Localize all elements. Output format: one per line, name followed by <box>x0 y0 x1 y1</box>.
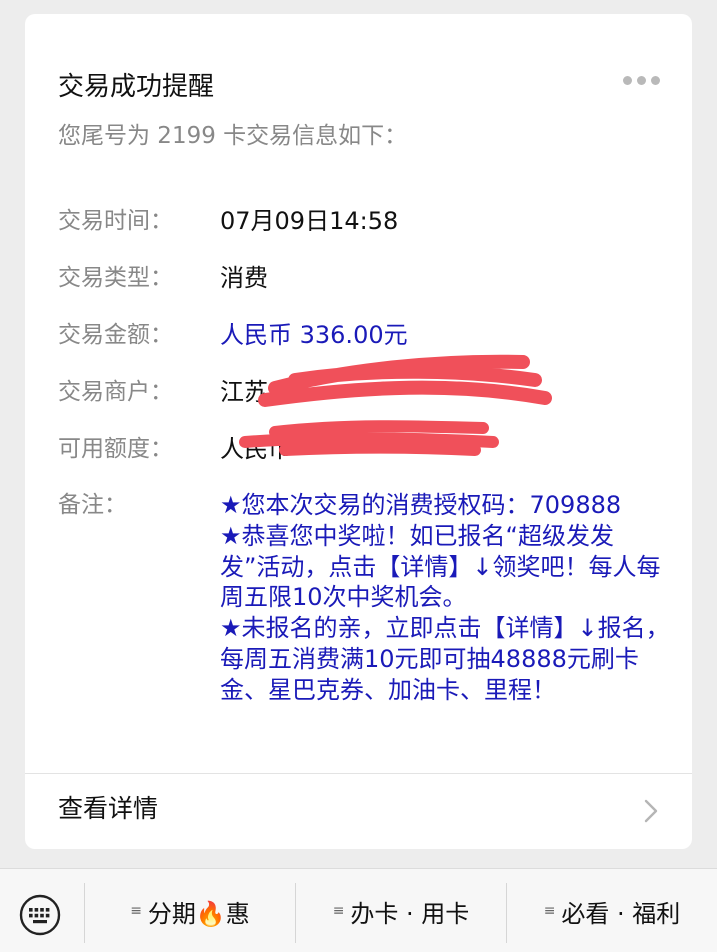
submenu-icon: ≡ <box>543 903 556 919</box>
submenu-icon: ≡ <box>332 903 345 919</box>
transaction-time-value: 07月09日14:58 <box>220 207 399 235</box>
available-credit-value: 人民币 <box>220 435 292 463</box>
available-credit-row: 可用额度： 人民币 <box>58 432 678 466</box>
transaction-time-label: 交易时间： <box>58 208 173 234</box>
merchant-row: 交易商户： 江苏 <box>58 375 678 409</box>
menu-installment-label: 分期🔥惠 <box>147 899 250 928</box>
remark-line-auth-code: ★您本次交易的消费授权码：709888 <box>220 491 622 519</box>
view-details-label: 查看详情 <box>58 794 159 823</box>
chevron-right-icon <box>644 799 658 823</box>
remark-line-signup: ★未报名的亲，立即点击【详情】↓报名，每周五消费满10元即可抽48888元刷卡金… <box>220 614 670 704</box>
transaction-time-row: 交易时间： 07月09日14:58 <box>58 204 678 238</box>
menu-installment[interactable]: ≡ 分期🔥惠 <box>85 869 295 952</box>
transaction-type-label: 交易类型： <box>58 265 173 291</box>
transaction-amount-label: 交易金额： <box>58 322 173 348</box>
transaction-notification-card: 交易成功提醒 您尾号为 2199 卡交易信息如下： 交易时间： 07月09日14… <box>25 14 692 849</box>
remark-line-prize: ★恭喜您中奖啦！如已报名“超级发发发”活动，点击【详情】↓领奖吧！每人每周五限1… <box>220 521 661 612</box>
menu-must-see-benefits-label: 必看 · 福利 <box>561 899 681 928</box>
transaction-amount-value: 人民币 336.00元 <box>220 321 408 349</box>
menu-card-apply-use[interactable]: ≡ 办卡 · 用卡 <box>296 869 506 952</box>
submenu-icon: ≡ <box>130 903 142 919</box>
remark-label: 备注： <box>58 492 127 518</box>
remark-text: ★您本次交易的消费授权码：709888 ★恭喜您中奖啦！如已报名“超级发发发”活… <box>220 490 670 706</box>
keyboard-icon[interactable] <box>18 893 62 937</box>
view-details-link[interactable]: 查看详情 <box>25 774 692 849</box>
menu-card-apply-use-label: 办卡 · 用卡 <box>350 899 470 928</box>
card-title: 交易成功提醒 <box>58 72 215 102</box>
transaction-type-value: 消费 <box>220 264 268 292</box>
card-subtitle: 您尾号为 2199 卡交易信息如下： <box>58 123 408 149</box>
available-credit-label: 可用额度： <box>58 436 173 462</box>
bottom-menu-bar: ≡ 分期🔥惠 ≡ 办卡 · 用卡 ≡ 必看 · 福利 <box>0 868 717 952</box>
official-account-chat-view: 交易成功提醒 您尾号为 2199 卡交易信息如下： 交易时间： 07月09日14… <box>0 0 717 952</box>
more-dots-icon[interactable] <box>623 74 663 86</box>
merchant-label: 交易商户： <box>58 379 173 405</box>
menu-must-see-benefits[interactable]: ≡ 必看 · 福利 <box>507 869 717 952</box>
merchant-value: 江苏 <box>220 378 268 406</box>
transaction-amount-row: 交易金额： 人民币 336.00元 <box>58 318 678 352</box>
transaction-type-row: 交易类型： 消费 <box>58 261 678 295</box>
